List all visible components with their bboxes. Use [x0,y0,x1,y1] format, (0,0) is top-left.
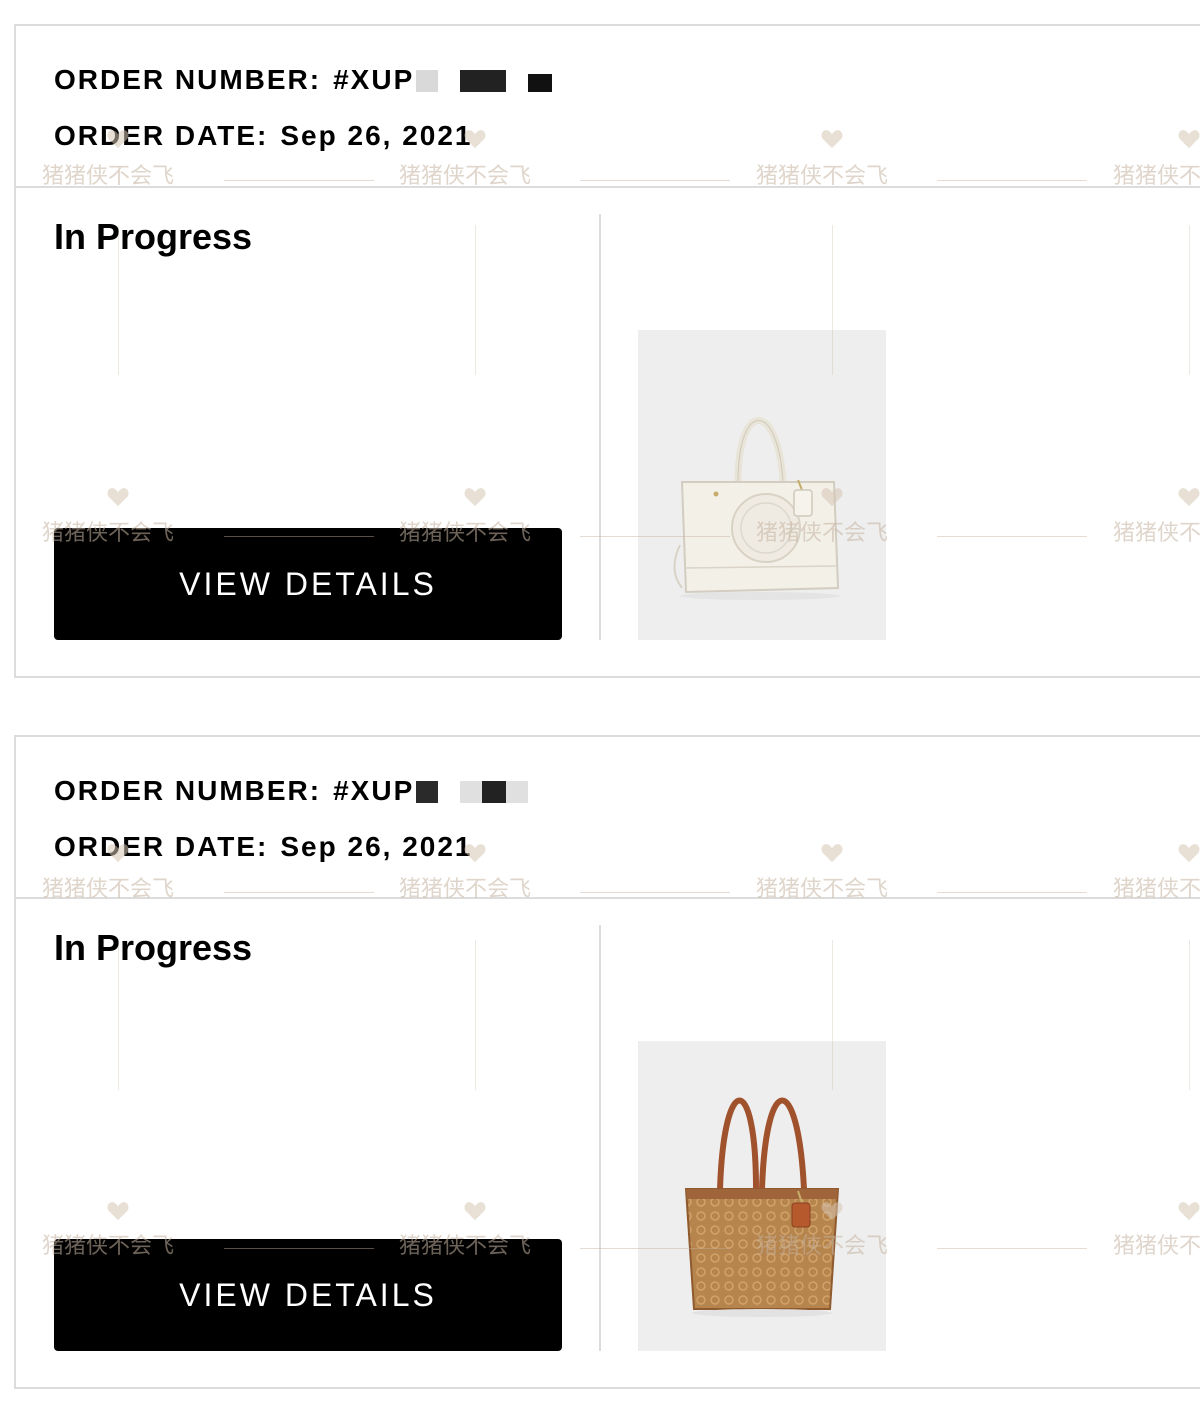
divider [599,214,601,640]
order-date-label: ORDER DATE: [54,120,269,151]
order-header: ORDER NUMBER: #XUP ORDER DATE: Sep 26, 202… [16,26,1200,188]
redaction-mark [416,69,556,94]
order-status: In Progress [54,927,253,968]
order-date-value: Sep 26, 2021 [280,831,473,862]
order-date: ORDER DATE: Sep 26, 2021 [54,831,473,863]
view-details-button[interactable]: VIEW DETAILS [54,528,562,640]
order-number: ORDER NUMBER: #XUP [54,64,556,96]
order-card: ORDER NUMBER: #XUP ORDER DATE: Sep 26, 202… [14,735,1200,1389]
orders-page: ORDER NUMBER: #XUP ORDER DATE: Sep 26, 202… [0,0,1200,1404]
signature-tote-bag-icon [684,1097,840,1317]
redaction-mark [416,780,536,805]
order-date-value: Sep 26, 2021 [280,120,473,151]
order-number-value: #XUP [333,64,415,95]
divider [599,925,601,1351]
order-date-label: ORDER DATE: [54,831,269,862]
cream-tote-bag-icon [673,417,840,600]
order-number-value: #XUP [333,775,415,806]
product-image[interactable] [638,1041,886,1351]
order-number-label: ORDER NUMBER: [54,775,322,806]
order-card: ORDER NUMBER: #XUP ORDER DATE: Sep 26, 202… [14,24,1200,678]
order-number-label: ORDER NUMBER: [54,64,322,95]
product-image[interactable] [638,330,886,640]
order-status: In Progress [54,216,253,257]
order-date: ORDER DATE: Sep 26, 2021 [54,120,473,152]
order-header: ORDER NUMBER: #XUP ORDER DATE: Sep 26, 202… [16,737,1200,899]
view-details-button[interactable]: VIEW DETAILS [54,1239,562,1351]
order-number: ORDER NUMBER: #XUP [54,775,536,807]
